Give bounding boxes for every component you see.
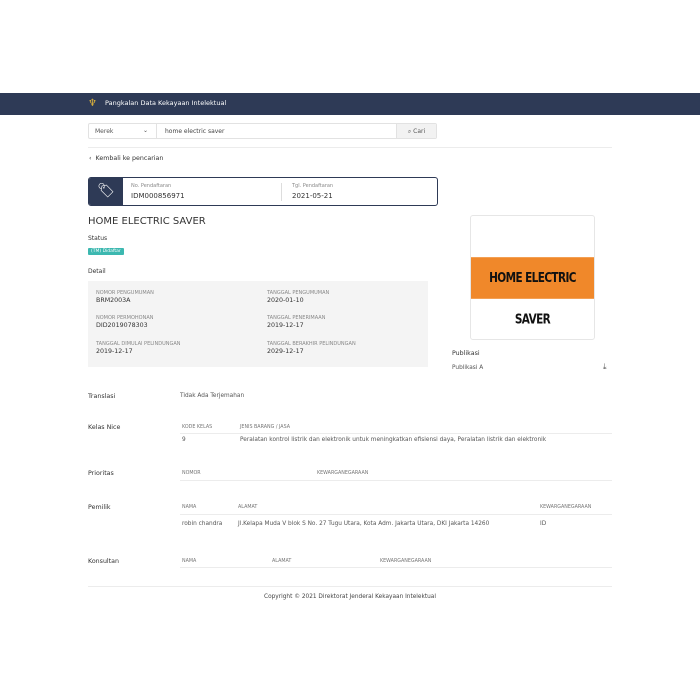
translasi-value: Tidak Ada Terjemahan: [180, 393, 245, 399]
card-divider: [281, 183, 282, 201]
status-badge: (TM) Didaftar: [88, 248, 124, 255]
table-header: NOMOR: [182, 471, 201, 476]
field-label: TANGGAL PENGUMUMAN: [267, 290, 330, 296]
table-cell: ID: [540, 521, 547, 527]
trademark-title: HOME ELECTRIC SAVER: [88, 216, 206, 227]
search-button-label: Cari: [413, 128, 426, 135]
field-value: 2020-01-10: [267, 297, 304, 304]
table-cell: Jl.Kelapa Muda V blok S No. 27 Tugu Utar…: [238, 521, 490, 527]
table-header: JENIS BARANG / JASA: [240, 425, 291, 430]
table-divider: [180, 567, 612, 568]
table-divider: [180, 480, 612, 481]
detail-panel: NOMOR PENGUMUMAN BRM2003A TANGGAL PENGUM…: [88, 281, 428, 367]
field-label: NOMOR PERMOHONAN: [96, 315, 154, 321]
field-value: BRM2003A: [96, 297, 131, 304]
field-label: TANGGAL PENERIMAAN: [267, 315, 326, 321]
chevron-left-icon: ‹: [89, 155, 92, 162]
field-value: 2019-12-17: [96, 348, 133, 355]
app-title[interactable]: Pangkalan Data Kekayaan Intelektual: [105, 99, 226, 107]
table-header: KEWARGANEGARAAN: [317, 471, 369, 476]
registration-date-value: 2021-05-21: [292, 192, 333, 200]
divider: [88, 147, 612, 148]
search-icon: ⌕: [407, 128, 412, 135]
publikasi-label: Publikasi: [452, 350, 480, 357]
table-cell: Peralatan kontrol listrik dan elektronik…: [240, 437, 547, 443]
category-select[interactable]: Merek ⌄: [89, 124, 157, 138]
search-button[interactable]: ⌕ Cari: [396, 124, 436, 138]
search-bar: Merek ⌄ home electric saver ⌕ Cari: [88, 123, 437, 139]
status-label: Status: [88, 235, 108, 242]
table-divider: [180, 433, 612, 434]
table-cell: 9: [182, 437, 186, 443]
footer-copyright: Copyright © 2021 Direktorat Jenderal Kek…: [264, 594, 436, 600]
field-value: 2019-12-17: [267, 322, 304, 329]
detail-label: Detail: [88, 268, 106, 275]
download-icon[interactable]: ⤓: [603, 362, 607, 372]
back-link-label: Kembali ke pencarian: [95, 155, 164, 162]
pemilik-label: Pemilik: [88, 504, 111, 511]
registration-no-value: IDM000856971: [131, 192, 185, 200]
table-header: NAMA: [182, 505, 197, 510]
field-value: DID2019078303: [96, 322, 148, 329]
table-header: KEWARGANEGARAAN: [540, 505, 592, 510]
field-value: 2029-12-17: [267, 348, 304, 355]
kelas-nice-label: Kelas Nice: [88, 424, 121, 431]
trademark-image[interactable]: HOME ELECTRIC SAVER: [470, 215, 595, 340]
table-header: ALAMAT: [238, 505, 258, 510]
chevron-down-icon: ⌄: [142, 127, 148, 134]
registration-date-label: Tgl. Pendaftaran: [292, 183, 334, 189]
registration-no-label: No. Pendaftaran: [131, 183, 172, 189]
table-cell: robin chandra: [182, 521, 223, 527]
search-input[interactable]: home electric saver: [165, 128, 224, 135]
konsultan-label: Konsultan: [88, 558, 119, 565]
tag-icon: 🏷︎: [89, 178, 123, 205]
table-divider: [180, 514, 612, 515]
publikasi-item: Publikasi A: [452, 365, 484, 371]
prioritas-label: Prioritas: [88, 470, 114, 477]
registration-card: 🏷︎ No. Pendaftaran IDM000856971 Tgl. Pen…: [88, 177, 438, 206]
field-label: NOMOR PENGUMUMAN: [96, 290, 154, 296]
table-header: KEWARGANEGARAAN: [380, 559, 432, 564]
garuda-logo-icon: ♆: [88, 98, 97, 109]
table-header: NAMA: [182, 559, 197, 564]
table-header: KODE KELAS: [182, 425, 213, 430]
footer-divider: [88, 586, 612, 587]
category-value: Merek: [95, 128, 114, 135]
table-header: ALAMAT: [272, 559, 292, 564]
translasi-label: Translasi: [88, 393, 116, 400]
top-navbar: ♆ Pangkalan Data Kekayaan Intelektual: [0, 93, 700, 115]
trademark-logo-text: HOME ELECTRIC SAVER: [471, 257, 594, 327]
back-link[interactable]: ‹ Kembali ke pencarian: [89, 155, 163, 162]
field-label: TANGGAL DIMULAI PELINDUNGAN: [96, 341, 181, 347]
field-label: TANGGAL BERAKHIR PELINDUNGAN: [267, 341, 356, 347]
